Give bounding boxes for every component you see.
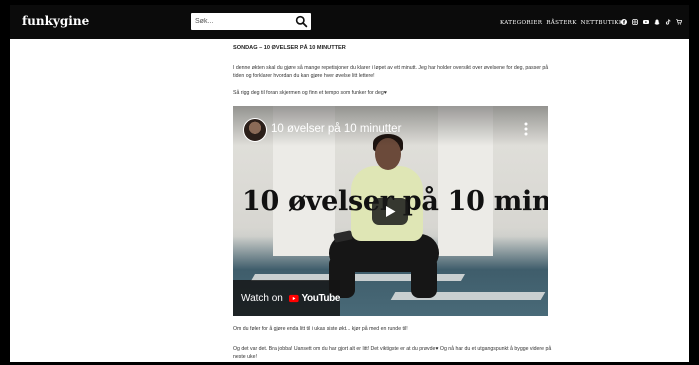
post-title: SONDAG – 10 ØVELSER PÅ 10 MINUTTER (233, 45, 346, 51)
watch-on-youtube-button[interactable]: Watch on YouTube (233, 280, 340, 316)
watch-on-label: Watch on (241, 292, 283, 304)
post-extra-paragraph: Om du føler for å gjøre enda litt til i … (233, 326, 408, 332)
post-outro-paragraph: Og det var det. Bra jobba! Uansett om du… (233, 346, 552, 360)
site-logo[interactable]: funkygine (22, 14, 89, 28)
nav-link-kategorier[interactable]: KATEGORIER (500, 20, 542, 26)
channel-avatar[interactable] (243, 118, 267, 142)
youtube-video-embed[interactable]: 10 øvelser på 10 minutter 10 øvelser på … (233, 106, 548, 316)
main-nav: KATEGORIER RÅSTERK NETTBUTIKK (500, 17, 623, 29)
window-frame-left (0, 0, 10, 365)
window-frame-right (689, 0, 699, 365)
cart-icon[interactable] (676, 19, 682, 25)
instagram-icon[interactable] (632, 19, 638, 25)
tiktok-icon[interactable] (665, 19, 671, 25)
search-input[interactable] (195, 13, 283, 30)
post-intro-paragraph: I denne økten skal du gjøre så mange rep… (233, 65, 549, 79)
nav-link-nettbutikk[interactable]: NETTBUTIKK (581, 20, 624, 26)
more-options-icon[interactable] (524, 122, 528, 136)
search-icon[interactable] (295, 15, 308, 28)
snapchat-icon[interactable] (654, 19, 660, 25)
person-figure (411, 256, 437, 298)
search-box (191, 13, 311, 30)
nav-link-rasterk[interactable]: RÅSTERK (546, 20, 576, 26)
video-title[interactable]: 10 øvelser på 10 minutter (271, 123, 401, 135)
youtube-wordmark: YouTube (301, 292, 341, 304)
facebook-icon[interactable] (621, 19, 627, 25)
post-setup-paragraph: Så rigg deg til foran skjermen og finn e… (233, 90, 387, 96)
youtube-logo-icon (288, 294, 299, 302)
social-icons (621, 16, 682, 28)
play-button-icon[interactable] (372, 198, 408, 225)
youtube-icon[interactable] (643, 19, 649, 25)
site-header: funkygine KATEGORIER RÅSTERK NETTBUTIKK (10, 5, 689, 39)
